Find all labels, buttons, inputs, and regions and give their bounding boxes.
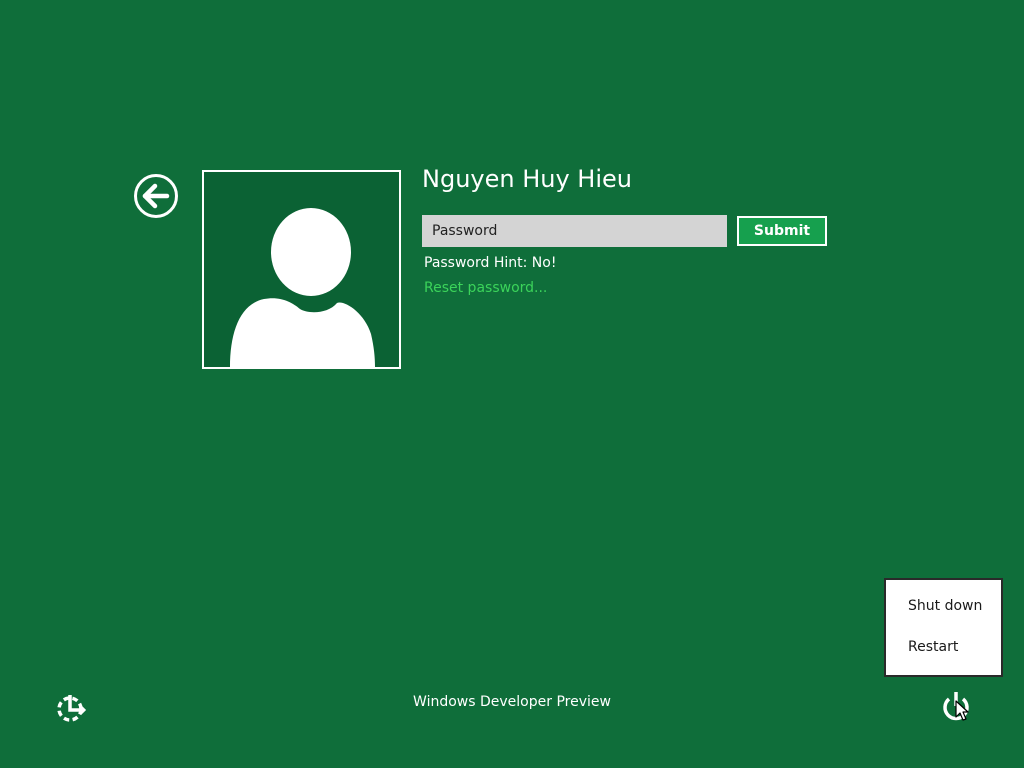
reset-password-link[interactable]: Reset password...: [424, 279, 547, 297]
mouse-cursor-icon: [955, 700, 971, 722]
power-menu: Shut down Restart: [884, 578, 1003, 677]
shut-down-option[interactable]: Shut down: [908, 597, 982, 615]
submit-button[interactable]: Submit: [737, 216, 827, 246]
password-hint: Password Hint: No!: [424, 255, 557, 271]
back-arrow-icon: [134, 174, 178, 218]
password-field[interactable]: [422, 215, 727, 247]
user-avatar: [202, 170, 401, 369]
back-button[interactable]: [133, 173, 179, 219]
footer-text: Windows Developer Preview: [413, 694, 611, 710]
restart-option[interactable]: Restart: [908, 638, 958, 656]
user-name: Nguyen Huy Hieu: [422, 165, 632, 193]
user-silhouette-icon: [230, 208, 375, 367]
